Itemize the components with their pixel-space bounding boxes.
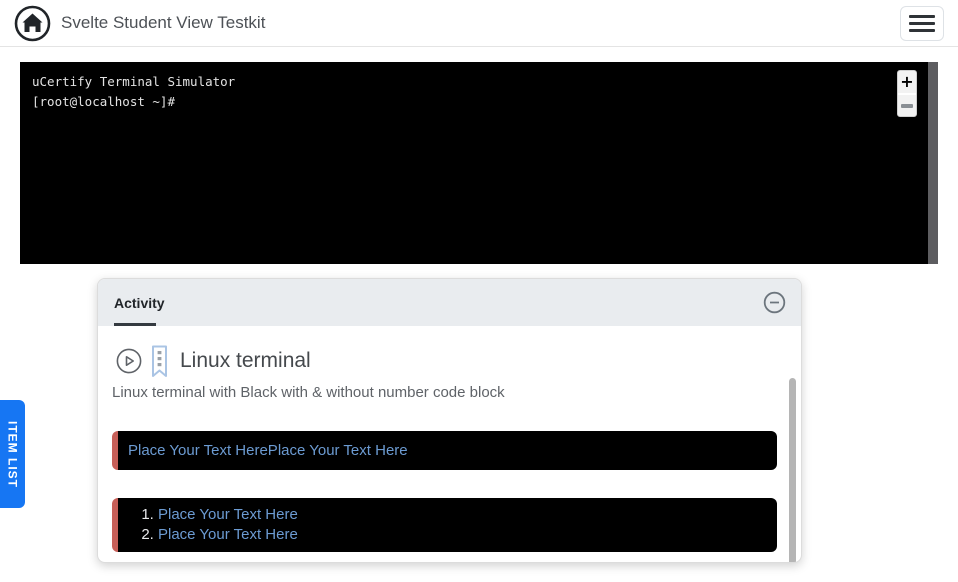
activity-card-header: Activity [98, 279, 801, 326]
app-root: Svelte Student View Testkit uCertify Ter… [0, 0, 958, 582]
terminal-title-line: uCertify Terminal Simulator [32, 72, 914, 92]
code-block-link[interactable]: Place Your Text HerePlace Your Text Here [128, 442, 408, 459]
list-item-link[interactable]: Place Your Text Here [158, 526, 298, 543]
terminal-scrollbar[interactable] [928, 62, 938, 264]
item-list-tab[interactable]: ITEM LIST [0, 400, 25, 508]
app-title: Svelte Student View Testkit [61, 13, 265, 33]
list-item: Place Your Text Here [158, 505, 767, 525]
hamburger-icon [909, 15, 935, 18]
code-block-plain: Place Your Text HerePlace Your Text Here [112, 431, 777, 470]
hamburger-menu-button[interactable] [900, 6, 944, 41]
numbered-list: Place Your Text Here Place Your Text Her… [128, 505, 767, 545]
activity-subtitle: Linux terminal with Black with & without… [112, 382, 777, 404]
activity-card: Activity Li [97, 278, 802, 563]
activity-card-body: Linux terminal Linux terminal with Black… [98, 326, 801, 563]
card-body-scrollbar[interactable] [789, 378, 796, 563]
activity-header-title: Activity [114, 295, 165, 311]
bookmark-icon[interactable] [151, 345, 168, 378]
activity-title: Linux terminal [180, 349, 311, 373]
activity-title-row: Linux terminal [112, 344, 777, 378]
collapse-activity-button[interactable] [761, 290, 787, 316]
minus-circle-icon [763, 291, 786, 314]
zoom-out-minus-icon [901, 104, 913, 108]
terminal-zoom-out-button[interactable] [898, 95, 916, 116]
list-item-link[interactable]: Place Your Text Here [158, 506, 298, 523]
terminal-panel[interactable]: uCertify Terminal Simulator [root@localh… [20, 62, 938, 264]
play-icon[interactable] [116, 348, 142, 374]
terminal-zoom-in-button[interactable]: + [898, 71, 916, 93]
app-header: Svelte Student View Testkit [0, 0, 958, 47]
code-block-numbered: Place Your Text Here Place Your Text Her… [112, 498, 777, 552]
list-item: Place Your Text Here [158, 525, 767, 545]
item-list-tab-label: ITEM LIST [6, 421, 20, 488]
home-button[interactable] [14, 5, 51, 42]
terminal-zoom-widget: + [897, 70, 917, 117]
terminal-prompt-line: [root@localhost ~]# [32, 92, 914, 112]
home-icon [14, 5, 51, 42]
